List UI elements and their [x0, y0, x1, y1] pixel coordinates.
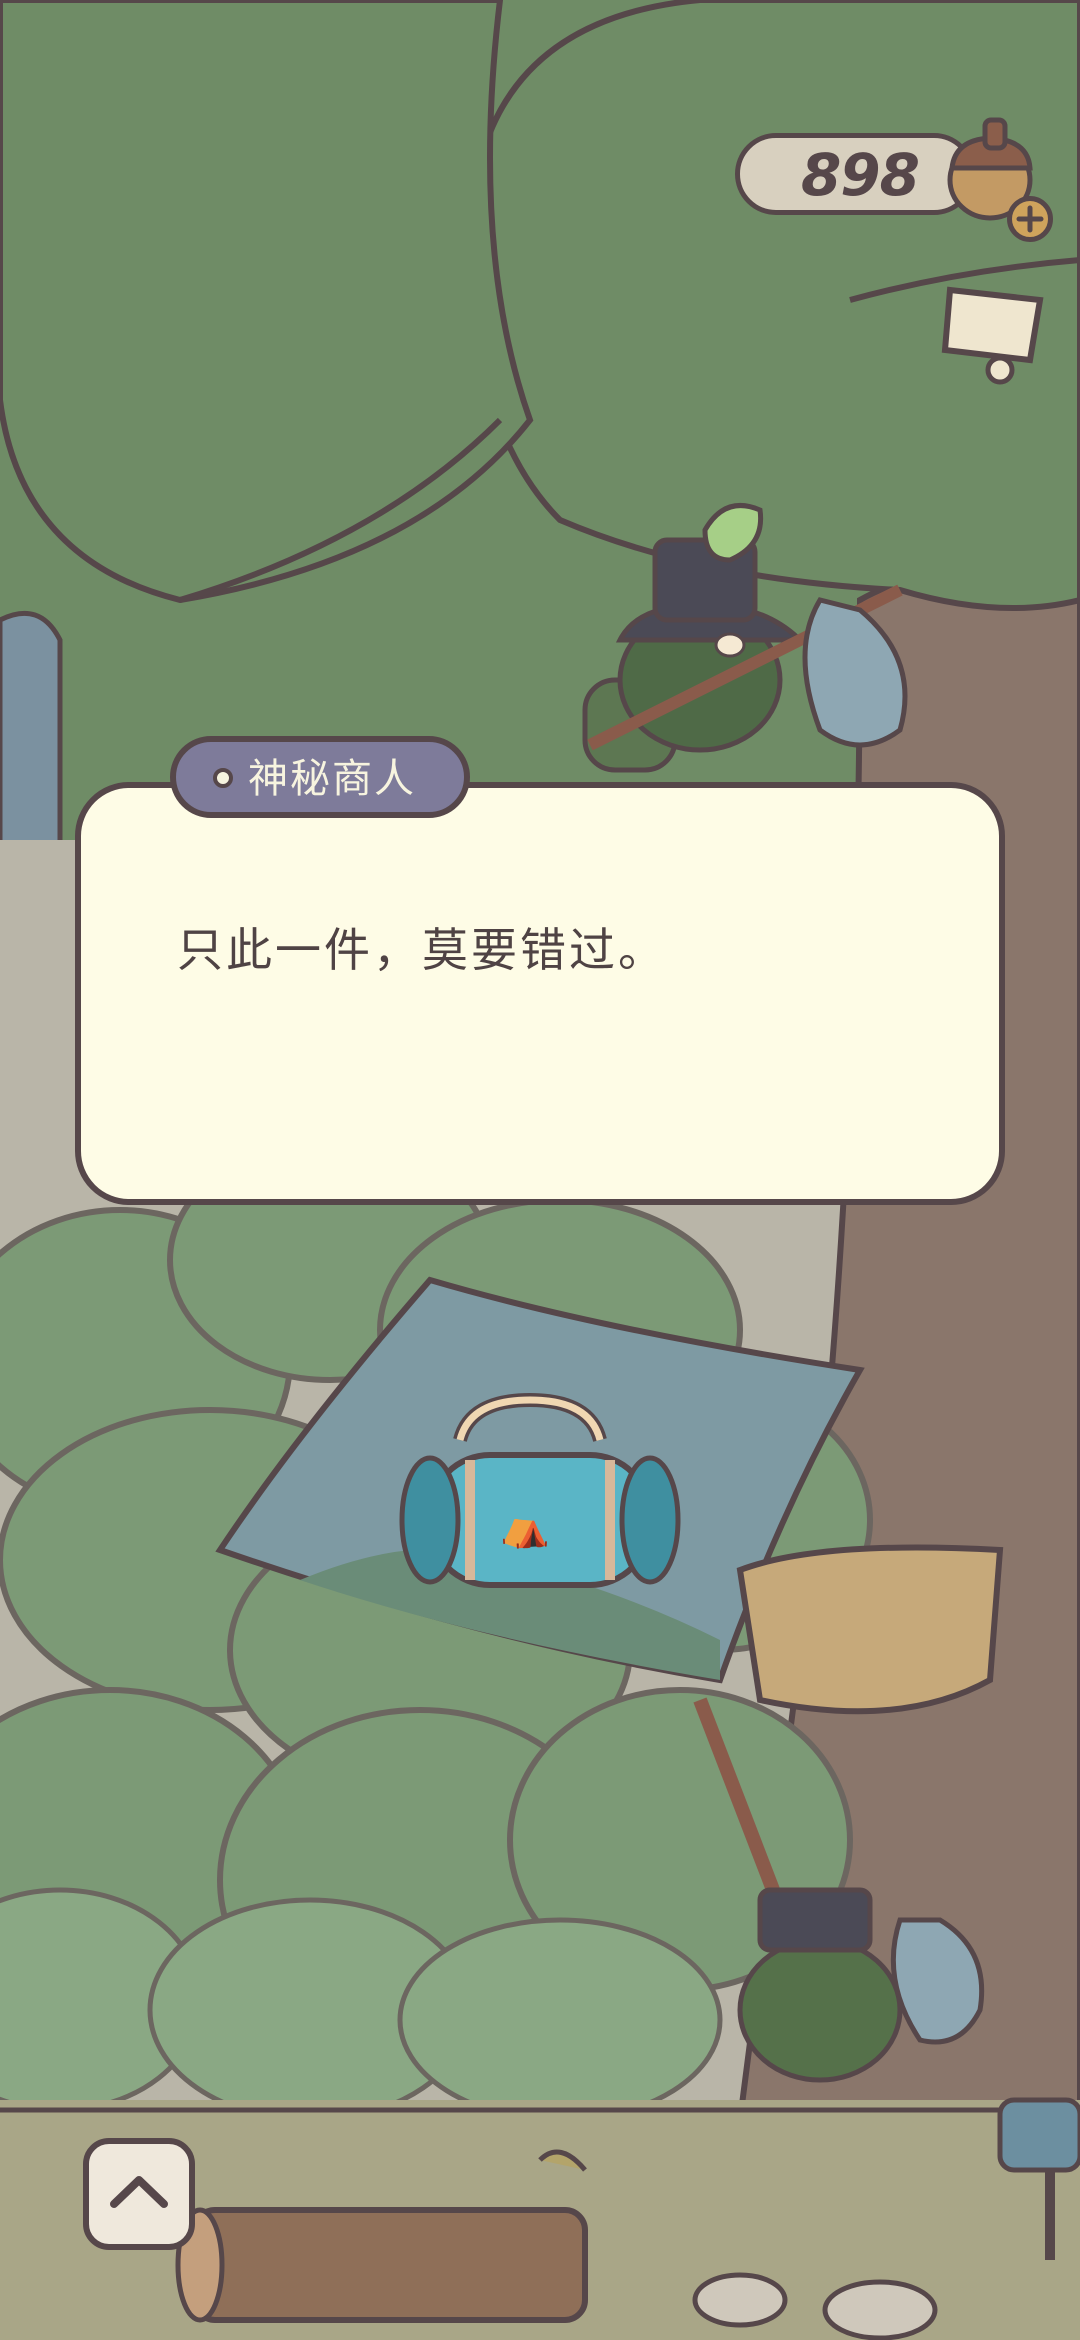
add-currency-button[interactable] — [1007, 196, 1053, 242]
dialog-message: 只此一件，莫要错过。 — [177, 923, 667, 977]
speaker-name: 神秘商人 — [248, 756, 416, 802]
plus-icon — [1016, 205, 1044, 233]
expand-button[interactable] — [83, 2138, 195, 2250]
svg-text:⛺: ⛺ — [500, 1504, 550, 1550]
chevron-up-icon — [110, 2176, 168, 2208]
speaker-dot-icon — [213, 768, 233, 788]
dialog-box[interactable] — [75, 782, 1005, 1205]
currency-amount: 898 — [800, 141, 920, 209]
letter-icon[interactable] — [930, 270, 1060, 390]
